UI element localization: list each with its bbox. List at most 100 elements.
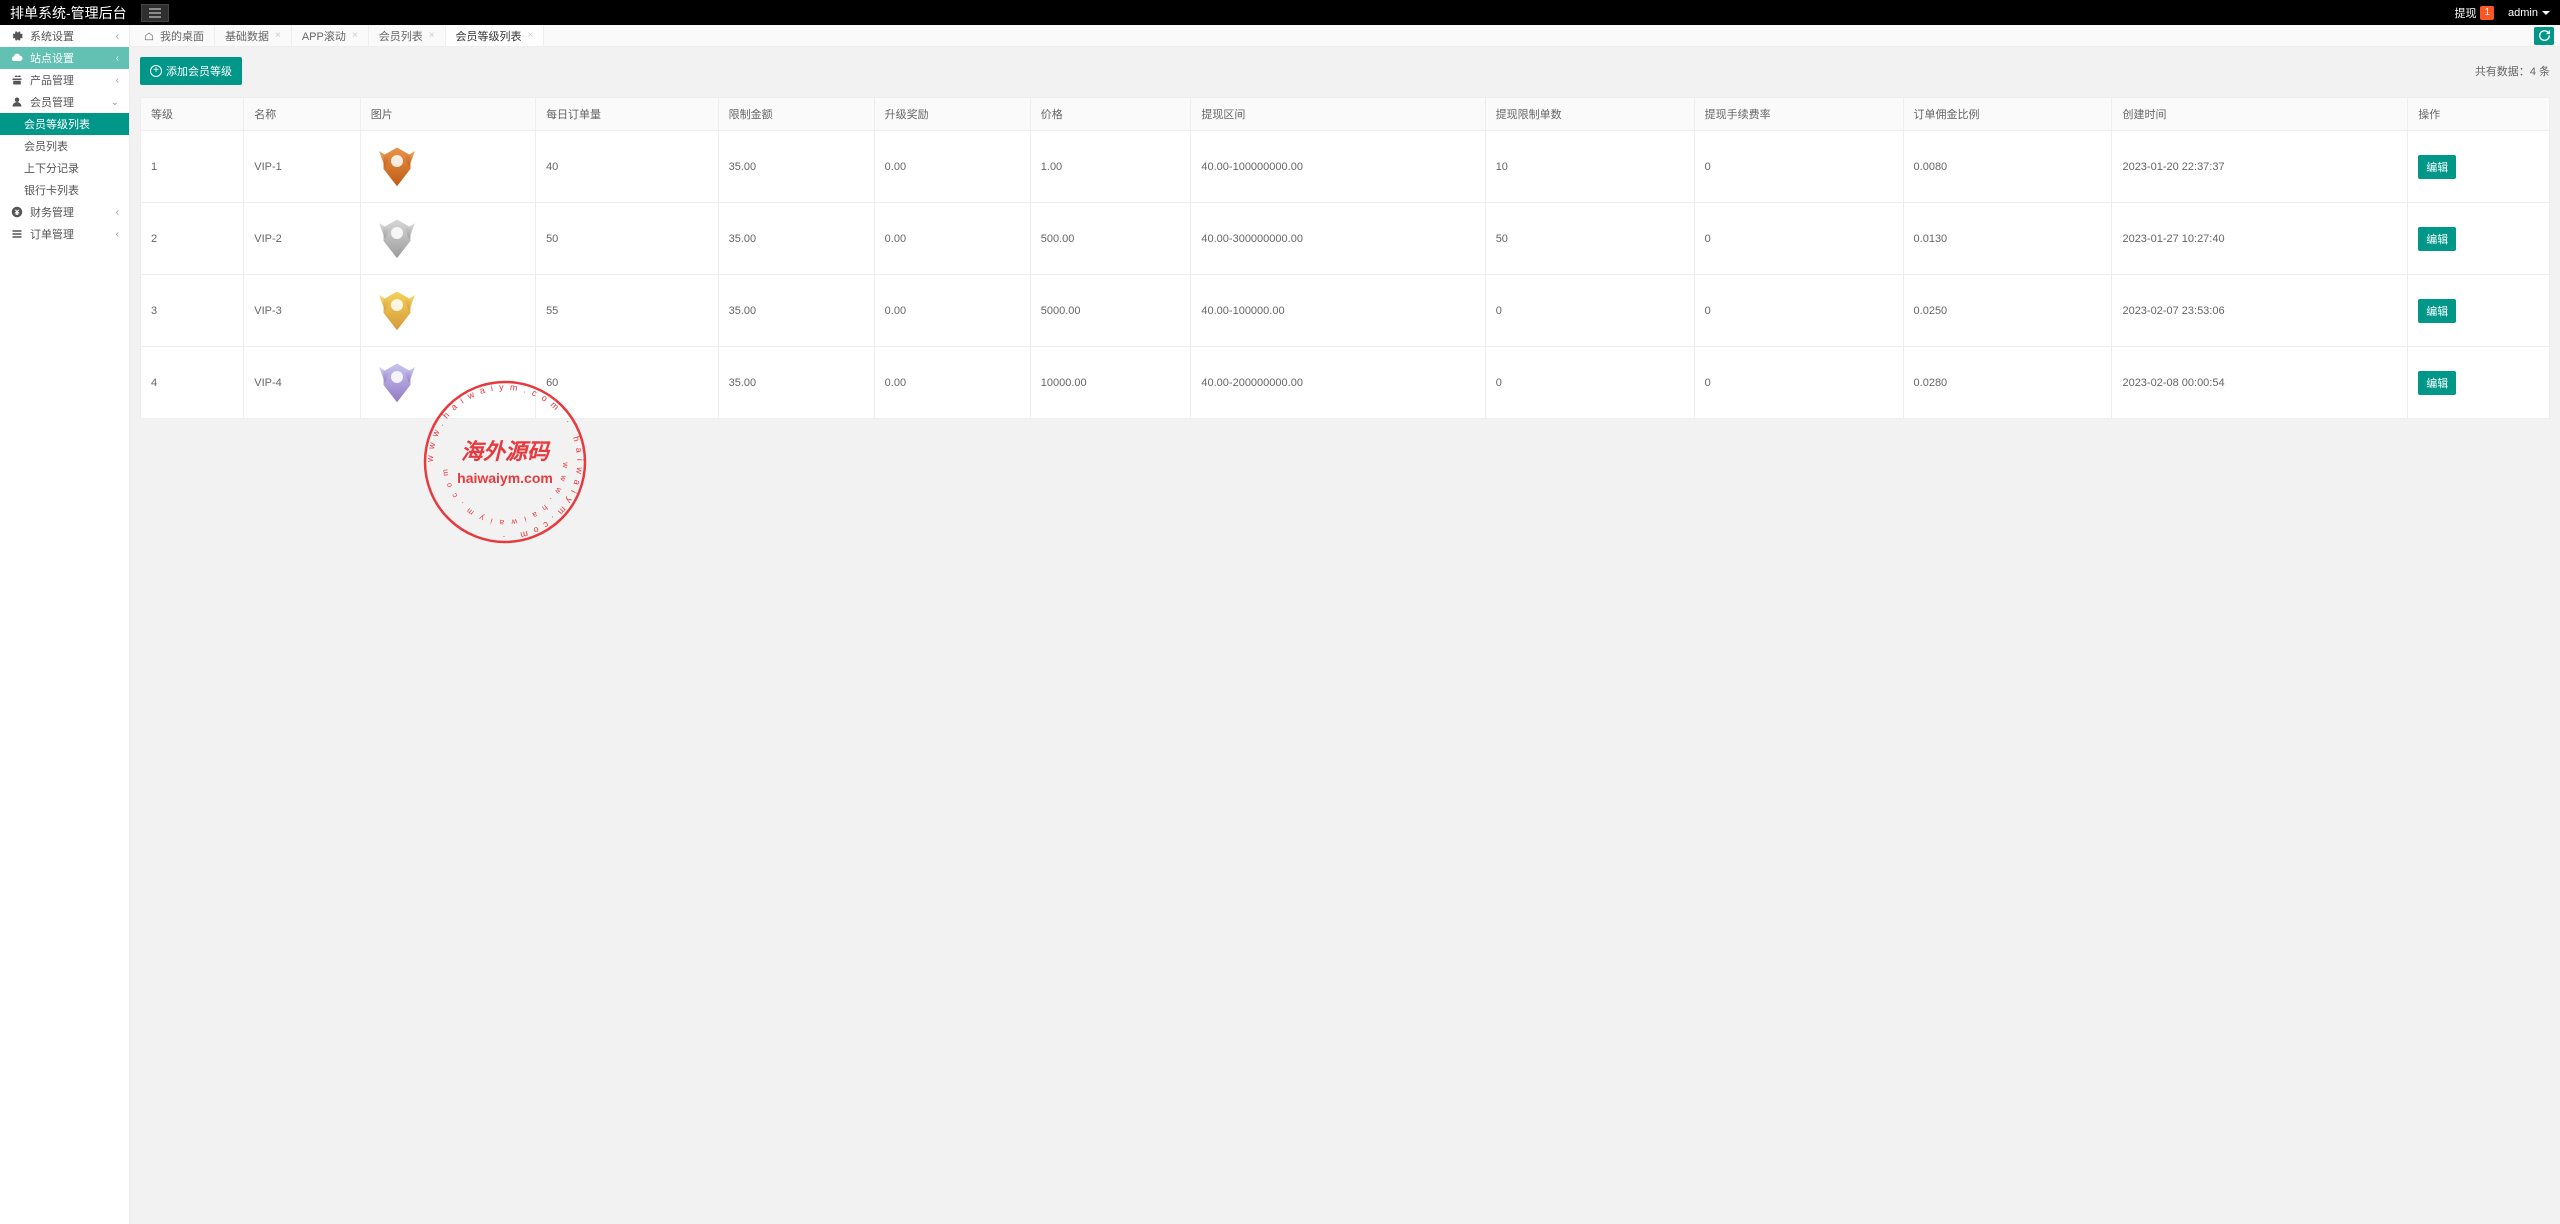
table-cell: 3 [141,275,244,347]
sidebar-item-label: 产品管理 [30,72,116,88]
sidebar-item-label: 会员等级列表 [24,116,119,132]
table-cell: 编辑 [2408,203,2550,275]
sidebar-item[interactable]: 会员列表 [0,135,129,157]
table-cell: 60 [536,347,719,419]
sidebar-item-label: 会员列表 [24,138,119,154]
tabs-bar: 我的桌面基础数据×APP滚动×会员列表×会员等级列表× [130,25,2560,47]
tab[interactable]: 会员列表 × [369,25,446,46]
table-cell [360,275,535,347]
table-cell: 2023-02-08 00:00:54 [2112,347,2408,419]
chevron-icon: ‹ [116,229,119,240]
table-cell: 0.00 [874,275,1030,347]
close-icon[interactable]: × [275,30,281,41]
table-header: 提现手续费率 [1694,98,1903,131]
sidebar-item[interactable]: 财务管理‹ [0,201,129,223]
table-header: 价格 [1030,98,1191,131]
table-cell: 1 [141,131,244,203]
table-header: 名称 [244,98,361,131]
sidebar-item[interactable]: 站点设置‹ [0,47,129,69]
refresh-button[interactable] [2534,27,2554,45]
table-row: 4VIP-46035.000.0010000.0040.00-200000000… [141,347,2550,419]
sidebar-item[interactable]: 会员等级列表 [0,113,129,135]
sidebar-item[interactable]: 产品管理‹ [0,69,129,91]
chevron-icon: ‹ [116,207,119,218]
table-cell: 10000.00 [1030,347,1191,419]
tab[interactable]: 基础数据× [215,25,292,46]
table-cell: 0.00 [874,347,1030,419]
edit-button[interactable]: 编辑 [2418,155,2456,179]
table-cell: 10 [1485,131,1694,203]
user-menu[interactable]: admin [2508,7,2550,19]
chevron-icon: ⌄ [111,97,119,108]
table-header: 等级 [141,98,244,131]
level-badge-image [371,287,423,335]
notice-button[interactable]: 提现 1 [2454,5,2494,21]
table-row: 3VIP-35535.000.005000.0040.00-100000.000… [141,275,2550,347]
sidebar-item-label: 系统设置 [30,28,116,44]
sidebar: 系统设置‹站点设置‹产品管理‹会员管理⌄会员等级列表会员列表上下分记录银行卡列表… [0,25,130,1224]
sidebar-item[interactable]: 上下分记录 [0,157,129,179]
table-cell: VIP-3 [244,275,361,347]
table-cell: 0.00 [874,131,1030,203]
content-area: + 添加会员等级 共有数据：4 条 等级名称图片每日订单量限制金额升级奖励价格提… [130,47,2560,1224]
sidebar-item-label: 会员管理 [30,94,111,110]
table-cell: 35.00 [718,203,874,275]
tab-label: 会员列表 [379,28,423,44]
chevron-icon: ‹ [116,53,119,64]
level-table: 等级名称图片每日订单量限制金额升级奖励价格提现区间提现限制单数提现手续费率订单佣… [140,97,2550,419]
table-header: 创建时间 [2112,98,2408,131]
sidebar-item-label: 站点设置 [30,50,116,66]
svg-text:海外源码: 海外源码 [461,439,551,464]
table-cell: 0.00 [874,203,1030,275]
close-icon[interactable]: × [528,30,534,41]
edit-button[interactable]: 编辑 [2418,371,2456,395]
table-header: 图片 [360,98,535,131]
table-cell: 35.00 [718,347,874,419]
table-cell: 0.0250 [1903,275,2112,347]
table-cell: VIP-4 [244,347,361,419]
table-cell [360,347,535,419]
svg-text:haiwaiym.com: haiwaiym.com [457,470,553,486]
add-label: 添加会员等级 [166,63,232,79]
table-header: 每日订单量 [536,98,719,131]
tab[interactable]: 会员等级列表× [446,25,545,46]
close-icon[interactable]: × [352,30,358,41]
gear-icon [10,29,24,43]
chevron-icon: ‹ [116,31,119,42]
user-name: admin [2508,7,2538,19]
table-cell: 0.0280 [1903,347,2112,419]
user-icon [10,95,24,109]
add-level-button[interactable]: + 添加会员等级 [140,57,242,85]
edit-button[interactable]: 编辑 [2418,227,2456,251]
menu-toggle-button[interactable] [141,4,169,22]
table-cell [360,131,535,203]
table-cell: 0.0080 [1903,131,2112,203]
tab[interactable]: APP滚动× [292,25,369,46]
table-cell: 35.00 [718,131,874,203]
sidebar-item[interactable]: 系统设置‹ [0,25,129,47]
tab[interactable]: 我的桌面 [134,25,215,46]
table-cell: 1.00 [1030,131,1191,203]
money-icon [10,205,24,219]
gift-icon [10,73,24,87]
sidebar-item[interactable]: 订单管理‹ [0,223,129,245]
header: 排单系统-管理后台 提现 1 admin [0,0,2560,25]
cloud-icon [10,51,24,65]
table-cell: VIP-1 [244,131,361,203]
table-cell: 500.00 [1030,203,1191,275]
level-badge-image [371,359,423,407]
level-badge-image [371,143,423,191]
home-icon [144,31,154,41]
sidebar-item-label: 银行卡列表 [24,182,119,198]
sidebar-item[interactable]: 银行卡列表 [0,179,129,201]
table-cell: 0 [1485,347,1694,419]
level-badge-image [371,215,423,263]
caret-down-icon [2542,11,2550,15]
table-cell: 0 [1694,203,1903,275]
table-cell: 编辑 [2408,347,2550,419]
sidebar-item[interactable]: 会员管理⌄ [0,91,129,113]
edit-button[interactable]: 编辑 [2418,299,2456,323]
close-icon[interactable]: × [429,30,435,41]
table-cell: 编辑 [2408,275,2550,347]
hamburger-icon [149,8,161,18]
